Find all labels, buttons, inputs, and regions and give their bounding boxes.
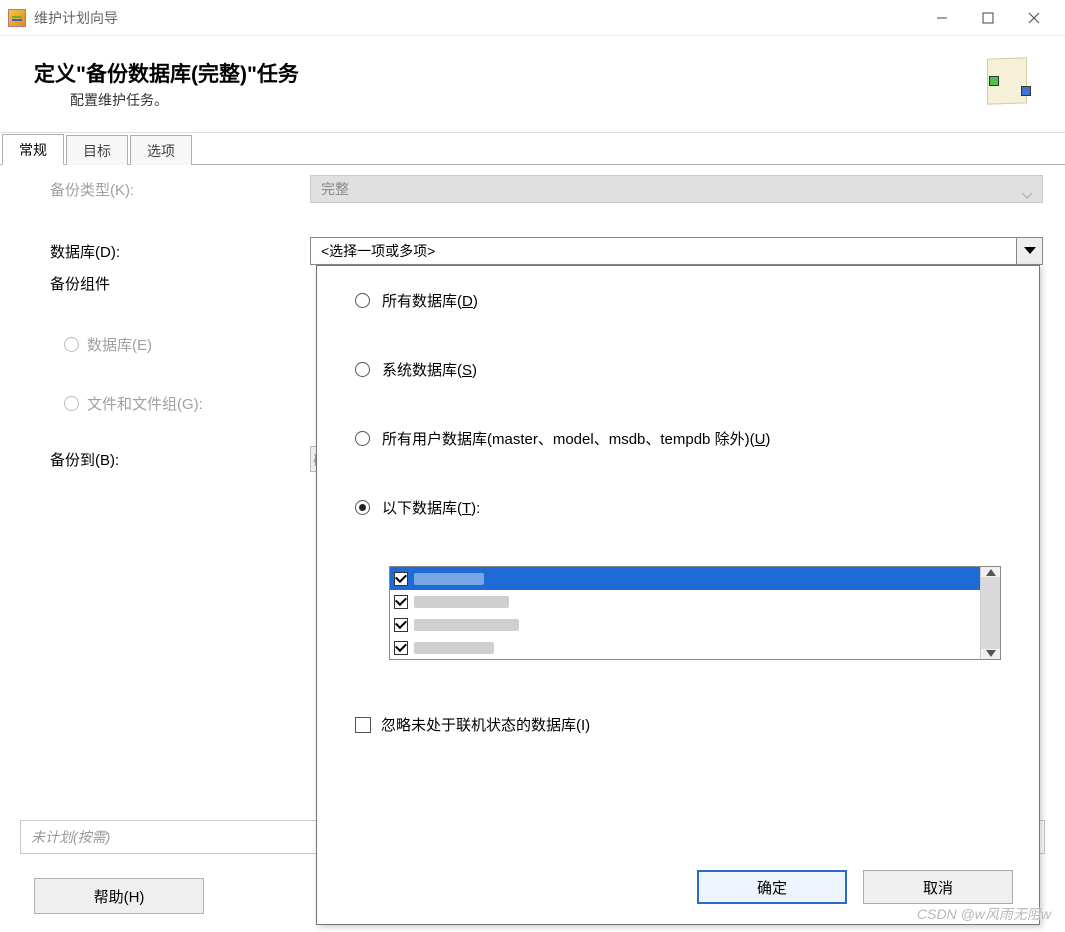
dropdown-button[interactable]	[1016, 238, 1042, 264]
page-header: 定义"备份数据库(完整)"任务 配置维护任务。	[0, 36, 1065, 132]
item-name-redacted	[414, 619, 519, 631]
chevron-down-icon	[1022, 186, 1032, 192]
checkbox-icon[interactable]	[394, 641, 408, 655]
window-controls	[919, 3, 1057, 33]
radio-all-databases[interactable]: 所有数据库(D)	[355, 290, 1001, 311]
tab-general[interactable]: 常规	[2, 134, 64, 165]
radio-system-databases[interactable]: 系统数据库(S)	[355, 359, 1001, 380]
ok-button[interactable]: 确定	[697, 870, 847, 904]
checkbox-icon[interactable]	[355, 717, 371, 733]
help-button[interactable]: 帮助(H)	[34, 878, 204, 914]
window-title: 维护计划向导	[34, 8, 118, 28]
radio-icon	[355, 362, 370, 377]
scrollbar[interactable]	[980, 567, 1000, 659]
list-item[interactable]	[390, 613, 980, 636]
radio-all-databases-label: 所有数据库(D)	[382, 290, 478, 311]
database-label: 数据库(D):	[50, 241, 310, 262]
checkbox-icon[interactable]	[394, 595, 408, 609]
list-item[interactable]	[390, 567, 980, 590]
backup-to-label: 备份到(B):	[50, 449, 310, 470]
radio-icon	[355, 431, 370, 446]
page-subtitle: 配置维护任务。	[70, 90, 981, 110]
radio-icon	[64, 396, 79, 411]
database-value: <选择一项或多项>	[321, 241, 435, 261]
database-select[interactable]: <选择一项或多项>	[310, 237, 1043, 265]
item-name-redacted	[414, 642, 494, 654]
page-title: 定义"备份数据库(完整)"任务	[34, 58, 981, 88]
radio-these-databases[interactable]: 以下数据库(T):	[355, 497, 1001, 518]
component-label: 备份组件	[50, 273, 310, 294]
minimize-button[interactable]	[919, 3, 965, 33]
checkbox-icon[interactable]	[394, 618, 408, 632]
list-item[interactable]	[390, 590, 980, 613]
database-dropdown-panel: 所有数据库(D) 系统数据库(S) 所有用户数据库(master、model、m…	[316, 265, 1040, 925]
radio-system-databases-label: 系统数据库(S)	[382, 359, 477, 380]
backup-type-value: 完整	[321, 179, 349, 199]
radio-database-label: 数据库(E)	[87, 334, 152, 355]
ignore-offline-label: 忽略未处于联机状态的数据库(I)	[381, 714, 590, 735]
ignore-offline-checkbox[interactable]: 忽略未处于联机状态的数据库(I)	[355, 714, 1001, 735]
tab-strip: 常规 目标 选项	[0, 135, 1065, 165]
tab-options[interactable]: 选项	[130, 135, 192, 165]
radio-icon	[355, 500, 370, 515]
radio-icon	[64, 337, 79, 352]
maximize-button[interactable]	[965, 3, 1011, 33]
cancel-button[interactable]: 取消	[863, 870, 1013, 904]
titlebar: 维护计划向导	[0, 0, 1065, 36]
scroll-down-icon[interactable]	[986, 650, 996, 657]
backup-type-label: 备份类型(K):	[50, 179, 310, 200]
schedule-text: 未计划(按需)	[31, 827, 110, 847]
close-button[interactable]	[1011, 3, 1057, 33]
radio-filegroup-label: 文件和文件组(G):	[87, 393, 203, 414]
form-area: 备份类型(K): 完整 数据库(D): <选择一项或多项> 备份组件	[0, 165, 1065, 472]
scroll-up-icon[interactable]	[986, 569, 996, 576]
radio-these-databases-label: 以下数据库(T):	[382, 497, 480, 518]
item-name-redacted	[414, 596, 509, 608]
checkbox-icon[interactable]	[394, 572, 408, 586]
wizard-icon	[8, 9, 26, 27]
item-name-redacted	[414, 573, 484, 585]
radio-user-databases[interactable]: 所有用户数据库(master、model、msdb、tempdb 除外)(U)	[355, 428, 1001, 449]
watermark: CSDN @w风雨无阻w	[917, 904, 1051, 924]
tab-destination[interactable]: 目标	[66, 135, 128, 165]
list-item[interactable]	[390, 636, 980, 659]
backup-type-select: 完整	[310, 175, 1043, 203]
radio-user-databases-label: 所有用户数据库(master、model、msdb、tempdb 除外)(U)	[382, 428, 770, 449]
radio-icon	[355, 293, 370, 308]
task-icon	[981, 58, 1031, 108]
database-listbox[interactable]	[389, 566, 1001, 660]
